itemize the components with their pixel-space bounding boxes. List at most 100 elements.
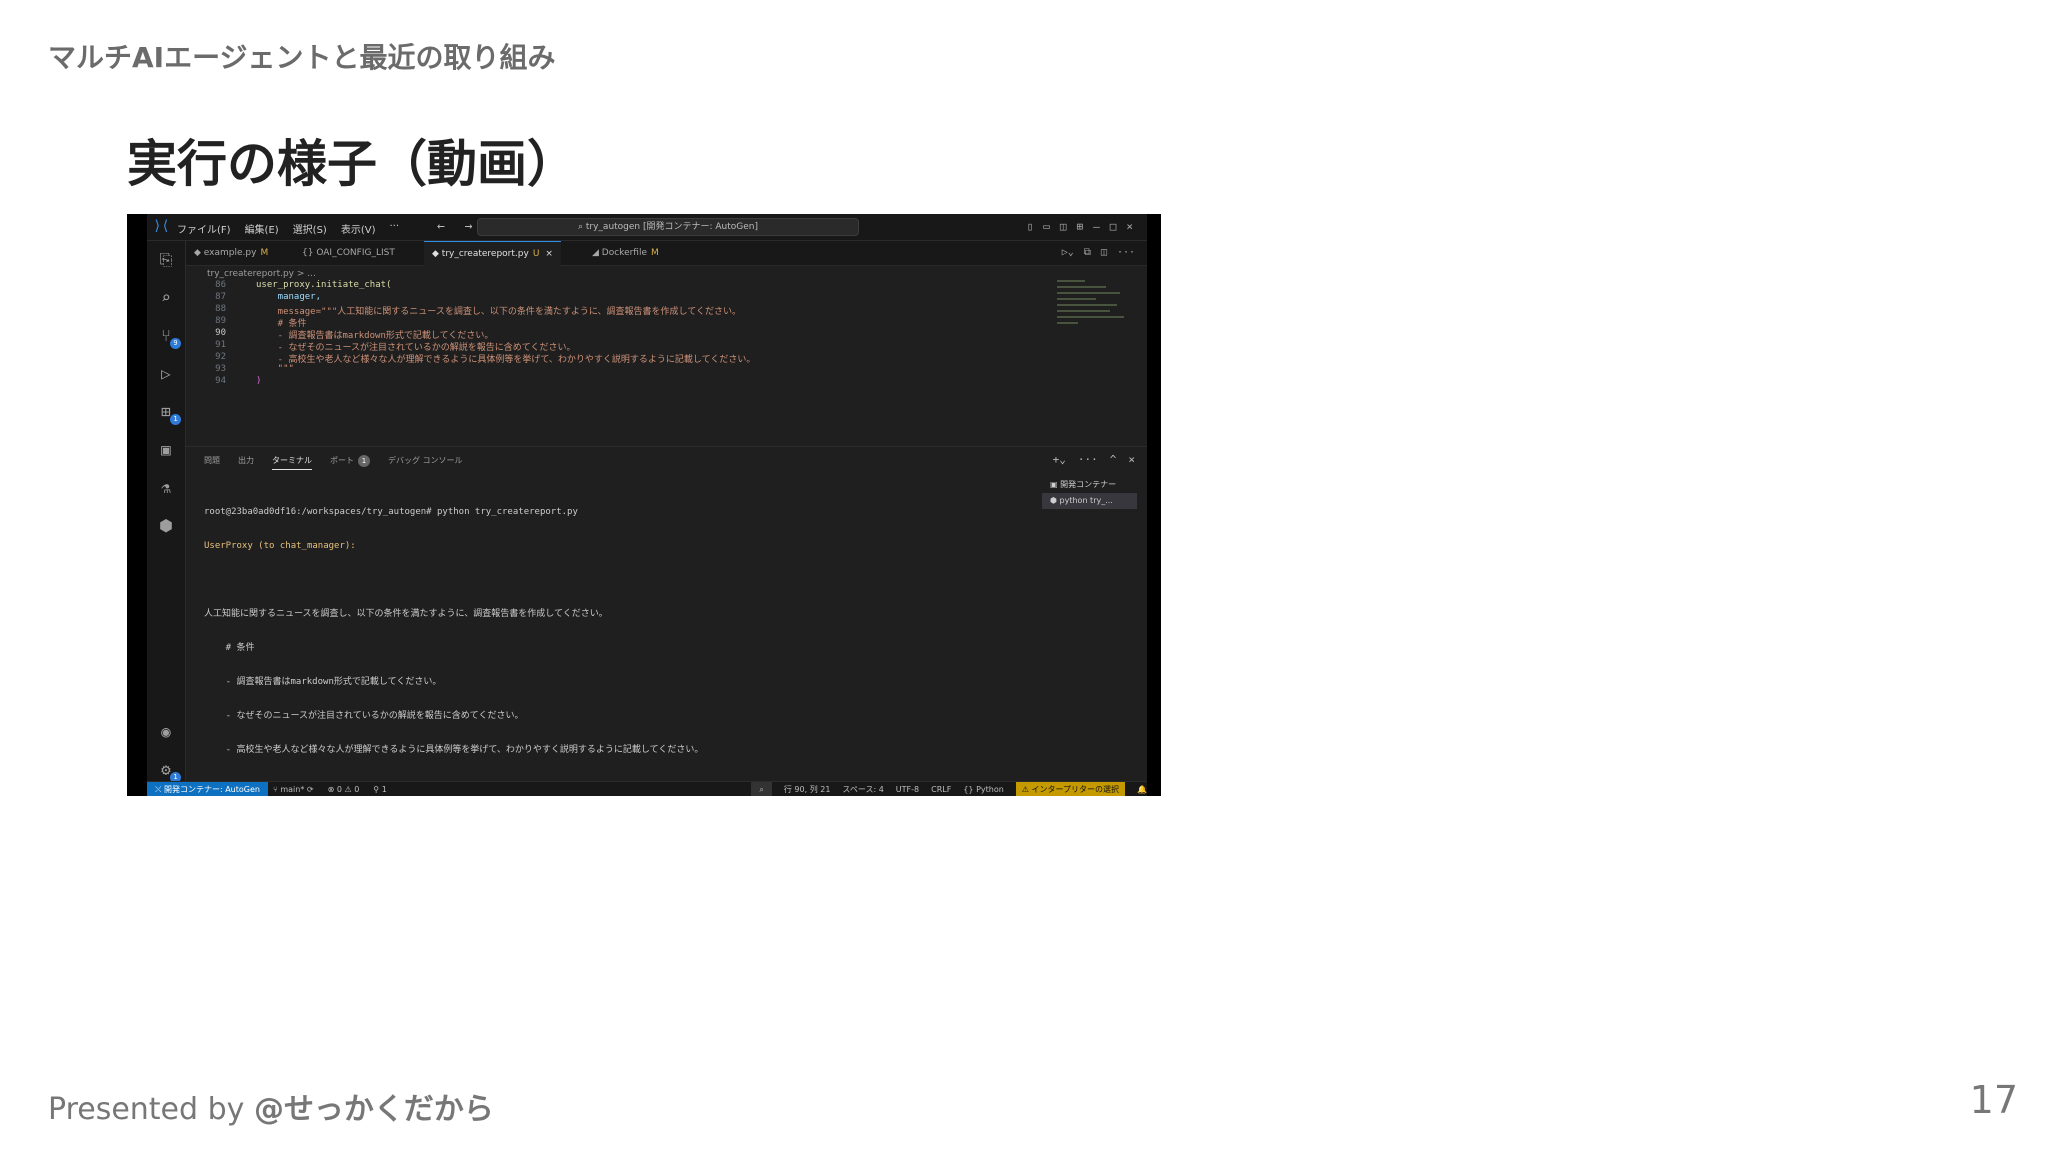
- remote-explorer-icon[interactable]: ▣: [155, 439, 177, 461]
- maximize-panel-icon[interactable]: ^: [1110, 453, 1117, 466]
- testing-icon[interactable]: ⚗: [155, 477, 177, 499]
- remote-indicator[interactable]: ⤬ 開発コンテナー: AutoGen: [147, 782, 268, 796]
- notifications-icon[interactable]: 🔔: [1137, 782, 1147, 796]
- menu-view[interactable]: 表示(V): [341, 221, 376, 236]
- tab-debug-console[interactable]: デバッグ コンソール: [388, 455, 463, 470]
- end-of-line[interactable]: CRLF: [931, 782, 951, 796]
- tab-problems[interactable]: 問題: [204, 455, 220, 470]
- tab-ports-label: ポート: [330, 456, 354, 465]
- terminal-line: # 条件: [204, 643, 255, 653]
- zoom-icon[interactable]: ⌕: [751, 782, 772, 796]
- close-icon[interactable]: ×: [1126, 220, 1133, 233]
- interpreter-select[interactable]: ⚠ インタープリターの選択: [1015, 782, 1126, 796]
- encoding[interactable]: UTF-8: [896, 782, 919, 796]
- terminal-item-label: 開発コンテナー: [1060, 480, 1117, 489]
- footer-prefix: Presented by: [48, 1092, 254, 1127]
- tab-close-icon[interactable]: ×: [545, 249, 553, 259]
- split-editor-icon[interactable]: ◫: [1101, 247, 1107, 258]
- panel-tabs: 問題 出力 ターミナル ポート 1 デバッグ コンソール: [204, 455, 463, 470]
- terminal-line: - 調査報告書はmarkdown形式で記載してください。: [204, 677, 442, 687]
- branch-status[interactable]: ⑂ main* ⟳: [273, 782, 314, 796]
- python-icon[interactable]: ⬢: [155, 515, 177, 537]
- language-mode[interactable]: {} Python: [963, 782, 1003, 796]
- layout-panel-icon[interactable]: ▭: [1043, 220, 1050, 233]
- ports-badge: 1: [358, 455, 370, 467]
- search-icon[interactable]: ⌕: [155, 287, 177, 309]
- terminal-panel: 問題 出力 ターミナル ポート 1 デバッグ コンソール +⌄ ··· ^ × ▣…: [186, 446, 1147, 782]
- command-center-label: try_autogen [開発コンテナー: AutoGen]: [585, 222, 759, 232]
- compare-icon[interactable]: ⧉: [1084, 247, 1091, 258]
- tab-actions: ▷⌄ ⧉ ◫ ···: [1062, 247, 1135, 258]
- terminal-item-dev-container[interactable]: ▣ 開発コンテナー: [1042, 477, 1137, 493]
- source-control-icon[interactable]: ⑂ 9: [155, 325, 181, 349]
- vscode-window: ⟩⟨ ファイル(F) 編集(E) 選択(S) 表示(V) ··· ← → ⌕ t…: [147, 214, 1147, 796]
- close-panel-icon[interactable]: ×: [1128, 453, 1135, 466]
- status-left: ⑂ main* ⟳ ⊗ 0 ⚠ 0 ⚲ 1: [273, 782, 387, 796]
- minimap[interactable]: [1057, 280, 1127, 390]
- menu-selection[interactable]: 選択(S): [293, 221, 327, 236]
- tab-try-createreport[interactable]: ◆ try_createreport.py U ×: [424, 241, 561, 266]
- python-file-icon: ◆: [432, 249, 442, 259]
- explorer-icon[interactable]: ⎘: [155, 249, 177, 271]
- window-controls: ▯ ▭ ◫ ⊞ – □ ×: [1027, 220, 1133, 233]
- status-bar: ⤬ 開発コンテナー: AutoGen ⑂ main* ⟳ ⊗ 0 ⚠ 0 ⚲ 1…: [147, 781, 1147, 796]
- extensions-icon[interactable]: ⊞ 1: [155, 401, 181, 425]
- tab-label: Dockerfile: [601, 248, 648, 258]
- footer-handle: @せっかくだから: [253, 1092, 494, 1127]
- layout-sidebar-icon[interactable]: ▯: [1027, 220, 1034, 233]
- line-number: 94: [215, 376, 226, 386]
- docker-icon: ◢: [592, 248, 602, 258]
- remote-label: 開発コンテナー: AutoGen: [163, 785, 260, 794]
- line-number: 86: [215, 280, 226, 290]
- terminal-output[interactable]: root@23ba0ad0df16:/workspaces/try_autoge…: [204, 485, 703, 796]
- new-terminal-icon[interactable]: +⌄: [1053, 453, 1066, 466]
- video-frame[interactable]: ⟩⟨ ファイル(F) 編集(E) 選択(S) 表示(V) ··· ← → ⌕ t…: [127, 214, 1161, 796]
- line-number: 87: [215, 292, 226, 302]
- layout-split-icon[interactable]: ◫: [1060, 220, 1067, 233]
- ports-status[interactable]: ⚲ 1: [373, 782, 387, 796]
- menu-more[interactable]: ···: [390, 221, 400, 236]
- more-actions-icon[interactable]: ···: [1117, 247, 1135, 258]
- page-number: 17: [1969, 1078, 2018, 1122]
- ports-icon: ⚲: [373, 785, 382, 794]
- tab-example-py[interactable]: ◆ example.py M: [186, 241, 276, 265]
- editor-tabs: ◆ example.py M {} OAI_CONFIG_LIST ◆ try_c…: [186, 241, 1147, 266]
- run-file-icon[interactable]: ▷⌄: [1062, 247, 1074, 258]
- tab-status: U: [532, 249, 540, 259]
- tab-oai-config-list[interactable]: {} OAI_CONFIG_LIST: [294, 241, 403, 265]
- maximize-icon[interactable]: □: [1110, 220, 1117, 233]
- line-number: 91: [215, 340, 226, 350]
- line-number: 88: [215, 304, 226, 314]
- tab-terminal[interactable]: ターミナル: [272, 455, 312, 470]
- code-editor[interactable]: 86 user_proxy.initiate_chat( 87 manager, …: [186, 280, 1066, 390]
- extensions-badge: 1: [170, 414, 181, 425]
- breadcrumb[interactable]: try_createreport.py > ...: [207, 269, 316, 279]
- menu-edit[interactable]: 編集(E): [245, 221, 279, 236]
- more-actions-icon[interactable]: ···: [1078, 453, 1098, 466]
- tab-dockerfile[interactable]: ◢ Dockerfile M: [584, 241, 667, 265]
- indentation[interactable]: スペース: 4: [842, 782, 883, 796]
- activity-bar: ⎘ ⌕ ⑂ 9 ▷ ⊞ 1 ▣ ⚗ ⬢ ◉ ⚙ 1: [147, 241, 186, 783]
- menu-file[interactable]: ファイル(F): [177, 221, 231, 236]
- terminal-icon: ▣: [1050, 480, 1061, 489]
- run-debug-icon[interactable]: ▷: [155, 363, 177, 385]
- slide-header: マルチAIエージェントと最近の取り組み: [48, 41, 556, 74]
- minimize-icon[interactable]: –: [1093, 220, 1100, 233]
- customize-layout-icon[interactable]: ⊞: [1077, 220, 1084, 233]
- branch-label: main*: [280, 785, 305, 794]
- account-icon[interactable]: ◉: [155, 721, 177, 743]
- sync-icon[interactable]: ⟳: [307, 785, 314, 794]
- tab-ports[interactable]: ポート 1: [330, 455, 370, 470]
- cursor-position[interactable]: 行 90, 列 21: [784, 782, 831, 796]
- nav-arrows-icon[interactable]: ← →: [437, 219, 478, 234]
- settings-gear-icon[interactable]: ⚙ 1: [155, 759, 181, 783]
- tab-output[interactable]: 出力: [238, 455, 254, 470]
- terminal-item-python[interactable]: ⬢ python try_...: [1042, 493, 1137, 509]
- command-center[interactable]: ⌕ try_autogen [開発コンテナー: AutoGen]: [477, 218, 859, 236]
- code-line: user_proxy.initiate_chat(: [256, 280, 392, 290]
- source-control-badge: 9: [170, 338, 181, 349]
- problems-status[interactable]: ⊗ 0 ⚠ 0: [328, 782, 360, 796]
- tab-label: OAI_CONFIG_LIST: [316, 248, 395, 258]
- code-line: """: [256, 364, 294, 374]
